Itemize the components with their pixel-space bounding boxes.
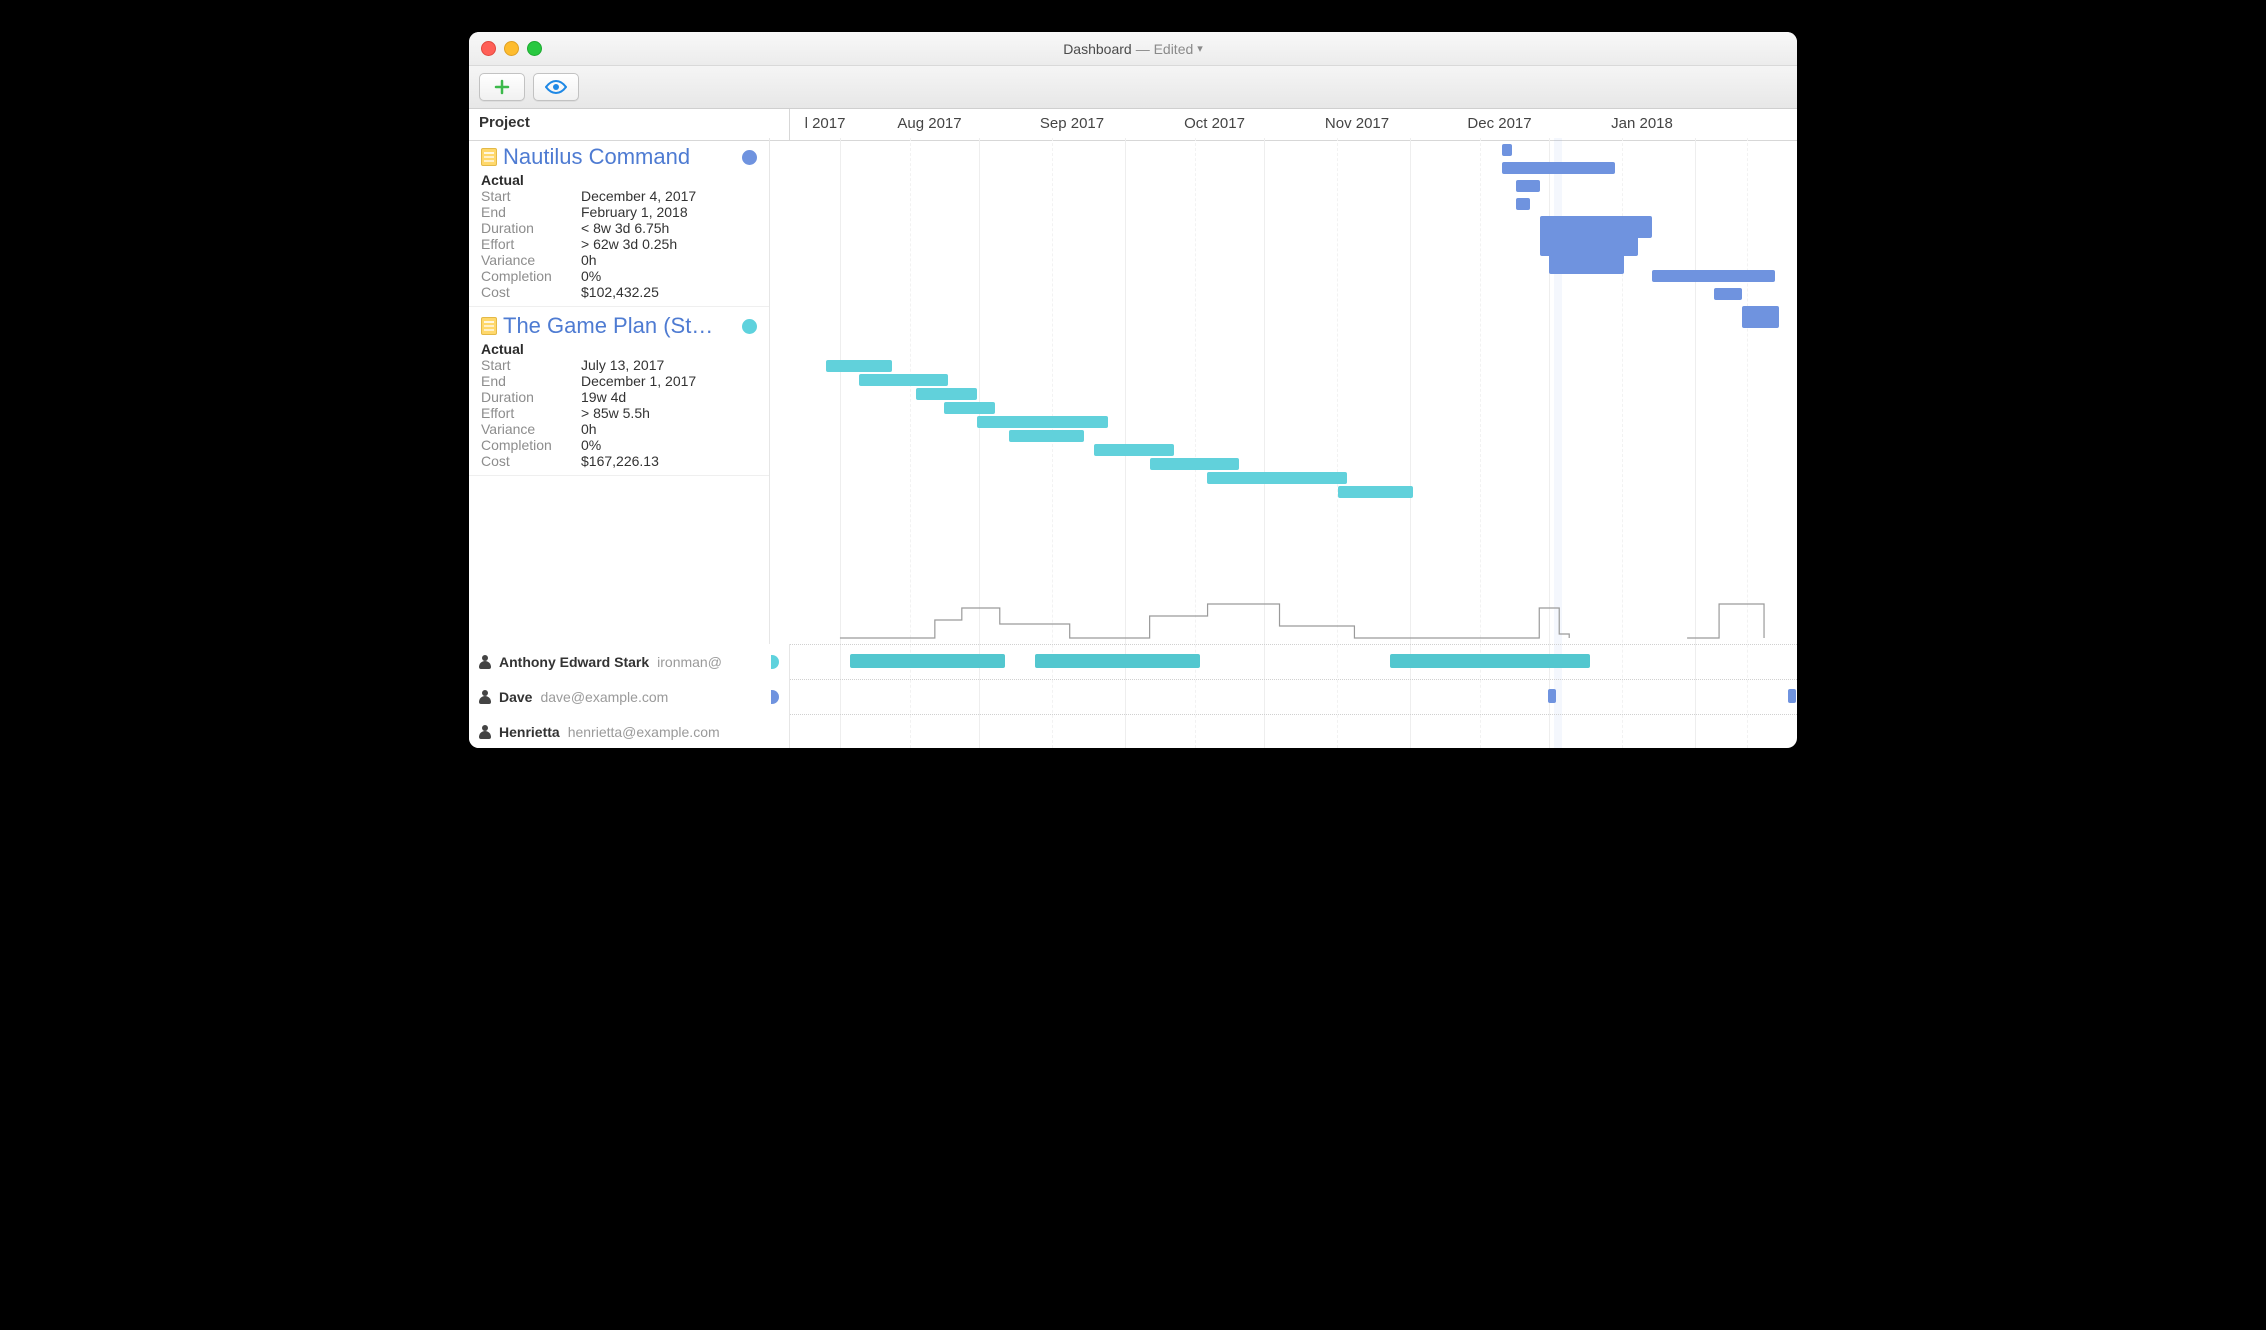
- gantt-bar[interactable]: [1150, 458, 1239, 470]
- project-field: Duration< 8w 3d 6.75h: [481, 220, 757, 236]
- document-icon: [481, 317, 497, 335]
- resource-email: dave@example.com: [540, 689, 668, 705]
- resource-bar[interactable]: [1390, 654, 1590, 668]
- month-label: Sep 2017: [999, 115, 1145, 132]
- project-field: Effort> 85w 5.5h: [481, 405, 757, 421]
- resource-email: henrietta@example.com: [568, 724, 720, 740]
- project-field: Duration19w 4d: [481, 389, 757, 405]
- project-field: Effort> 62w 3d 0.25h: [481, 236, 757, 252]
- gantt-bar[interactable]: [977, 416, 1108, 428]
- project-field: Cost$167,226.13: [481, 453, 757, 469]
- resource-name: Dave: [499, 689, 532, 705]
- resource-item[interactable]: Dave dave@example.com: [469, 679, 790, 714]
- project-field: Completion0%: [481, 268, 757, 284]
- resource-row: [770, 714, 1797, 748]
- month-label: l 2017: [790, 115, 860, 132]
- resource-bar[interactable]: [850, 654, 1005, 668]
- gantt-bar[interactable]: [1207, 472, 1348, 484]
- project-name: The Game Plan (St…: [503, 313, 736, 339]
- resource-color-icon: [771, 690, 779, 704]
- project-field: StartDecember 4, 2017: [481, 188, 757, 204]
- gantt-bar[interactable]: [1009, 430, 1084, 442]
- resource-item[interactable]: Anthony Edward Stark ironman@: [469, 644, 790, 679]
- gantt-bar[interactable]: [1549, 252, 1624, 274]
- project-field: StartJuly 13, 2017: [481, 357, 757, 373]
- minimize-window-icon[interactable]: [504, 41, 519, 56]
- month-scale[interactable]: l 2017Aug 2017Sep 2017Oct 2017Nov 2017De…: [790, 109, 1797, 140]
- status-dot-icon: [742, 319, 757, 334]
- gantt-pane[interactable]: [770, 138, 1797, 748]
- timeline-header: Project l 2017Aug 2017Sep 2017Oct 2017No…: [469, 109, 1797, 141]
- close-window-icon[interactable]: [481, 41, 496, 56]
- gantt-bar[interactable]: [944, 402, 996, 414]
- section-label: Actual: [481, 341, 757, 357]
- project-field: Variance0h: [481, 252, 757, 268]
- gantt-bar[interactable]: [826, 360, 892, 372]
- project-field: Completion0%: [481, 437, 757, 453]
- toolbar: [469, 66, 1797, 109]
- person-icon: [479, 655, 491, 669]
- gantt-bar[interactable]: [1338, 486, 1413, 498]
- edited-indicator: — Edited: [1136, 41, 1194, 57]
- resource-name: Henrietta: [499, 724, 560, 740]
- status-dot-icon: [742, 150, 757, 165]
- document-icon: [481, 148, 497, 166]
- resource-bar[interactable]: [1788, 689, 1796, 703]
- gantt-bar[interactable]: [1516, 198, 1530, 210]
- chevron-down-icon: ▾: [1197, 42, 1203, 55]
- resource-email: ironman@: [657, 654, 722, 670]
- gantt-bar[interactable]: [1714, 288, 1742, 300]
- doc-title: Dashboard: [1063, 41, 1132, 57]
- window-title[interactable]: Dashboard — Edited ▾: [1063, 41, 1203, 57]
- gantt-bar[interactable]: [859, 374, 948, 386]
- month-label: Oct 2017: [1145, 115, 1284, 132]
- view-button[interactable]: [533, 73, 579, 101]
- content-area: Nautilus CommandActualStartDecember 4, 2…: [469, 138, 1797, 748]
- resource-bar[interactable]: [1035, 654, 1200, 668]
- resource-histogram: [770, 594, 1797, 642]
- project-card[interactable]: The Game Plan (St… ActualStartJuly 13, 20…: [469, 307, 769, 476]
- resource-color-icon: [771, 655, 779, 669]
- person-icon: [479, 690, 491, 704]
- project-field: Cost$102,432.25: [481, 284, 757, 300]
- project-field: EndFebruary 1, 2018: [481, 204, 757, 220]
- gantt-bar[interactable]: [1502, 144, 1511, 156]
- resource-row: [770, 679, 1797, 715]
- zoom-window-icon[interactable]: [527, 41, 542, 56]
- window-titlebar: Dashboard — Edited ▾: [469, 32, 1797, 66]
- gantt-bar[interactable]: [1652, 270, 1774, 282]
- gantt-bar[interactable]: [1516, 180, 1539, 192]
- gantt-bar[interactable]: [916, 388, 977, 400]
- project-name: Nautilus Command: [503, 144, 736, 170]
- gantt-bar[interactable]: [1742, 306, 1780, 328]
- resource-name: Anthony Edward Stark: [499, 654, 649, 670]
- gantt-bar[interactable]: [1502, 162, 1615, 174]
- project-field: EndDecember 1, 2017: [481, 373, 757, 389]
- gantt-bar[interactable]: [1094, 444, 1174, 456]
- month-label: Dec 2017: [1430, 115, 1569, 132]
- project-column-header: Project: [469, 109, 790, 140]
- eye-icon: [545, 80, 567, 94]
- month-label: Nov 2017: [1284, 115, 1430, 132]
- resource-bar[interactable]: [1548, 689, 1556, 703]
- section-label: Actual: [481, 172, 757, 188]
- project-card[interactable]: Nautilus Command ActualStartDecember 4, 2…: [469, 138, 769, 307]
- person-icon: [479, 725, 491, 739]
- add-button[interactable]: [479, 73, 525, 101]
- resource-item[interactable]: Henrietta henrietta@example.com: [469, 714, 790, 748]
- plus-icon: [494, 79, 510, 95]
- project-field: Variance0h: [481, 421, 757, 437]
- month-label: Jan 2018: [1569, 115, 1715, 132]
- month-label: Aug 2017: [860, 115, 999, 132]
